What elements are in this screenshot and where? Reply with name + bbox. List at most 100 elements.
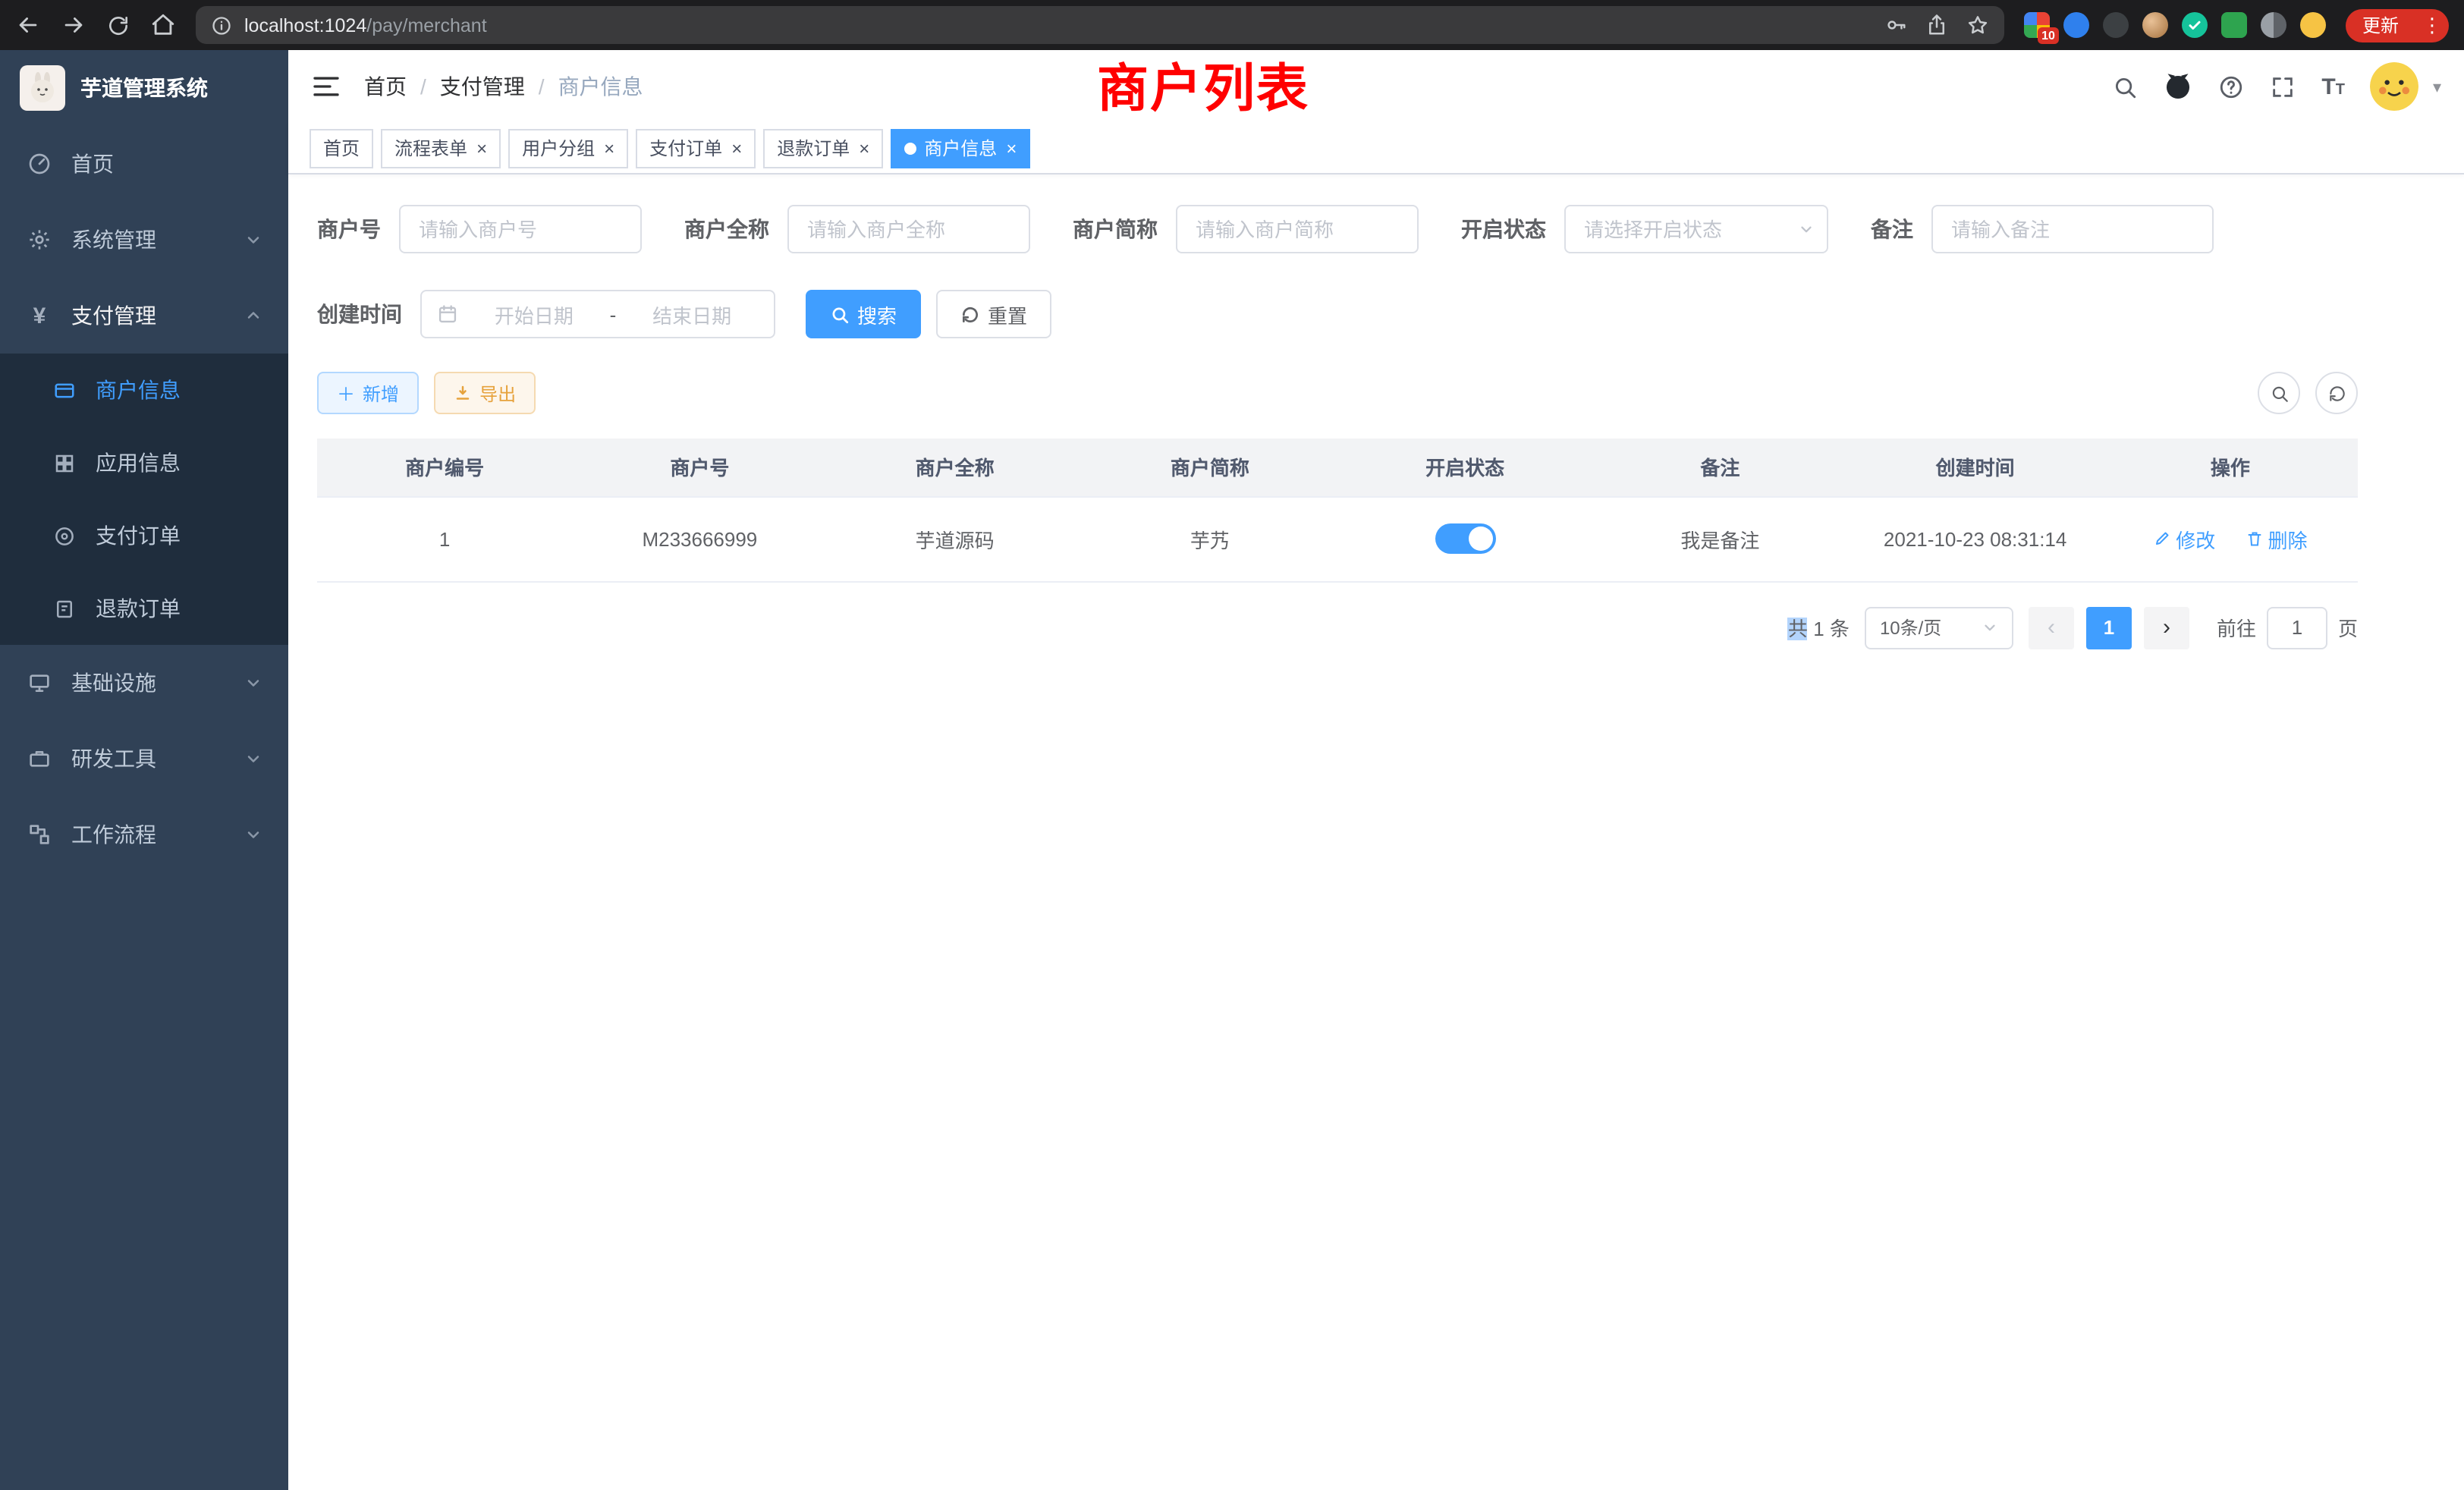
chevron-up-icon — [244, 306, 262, 325]
search-icon[interactable] — [2112, 74, 2138, 99]
tab-home[interactable]: 首页 — [310, 128, 373, 168]
tab-process-form[interactable]: 流程表单× — [381, 128, 501, 168]
tab-label: 商户信息 — [924, 135, 997, 161]
sidebar-item-label: 工作流程 — [71, 819, 156, 850]
pagination: 共 1 条 10条/页 ‹ 1 › 前往 页 — [317, 606, 2358, 649]
user-avatar[interactable] — [2371, 62, 2419, 111]
fullscreen-icon[interactable] — [2270, 74, 2296, 99]
sidebar-item-system[interactable]: 系统管理 — [0, 202, 288, 278]
browser-forward-icon[interactable] — [61, 12, 86, 38]
close-icon[interactable]: × — [731, 139, 742, 157]
remark-input[interactable] — [1931, 205, 2214, 253]
sidebar-item-label: 研发工具 — [71, 743, 156, 774]
close-icon[interactable]: × — [1006, 139, 1017, 157]
sidebar-item-app-info[interactable]: 应用信息 — [0, 426, 288, 499]
bookmark-star-icon[interactable] — [1966, 14, 1989, 36]
search-button[interactable]: 搜索 — [806, 290, 921, 338]
sidebar-item-label: 支付管理 — [71, 300, 156, 331]
extension-icon[interactable] — [2261, 12, 2286, 38]
page-number-1[interactable]: 1 — [2086, 606, 2132, 649]
close-icon[interactable]: × — [476, 139, 487, 157]
prev-page-button[interactable]: ‹ — [2029, 606, 2074, 649]
sidebar-item-infra[interactable]: 基础设施 — [0, 645, 288, 721]
caret-down-icon[interactable]: ▾ — [2433, 77, 2441, 96]
sidebar-item-pay-order[interactable]: 支付订单 — [0, 499, 288, 572]
password-key-icon[interactable] — [1884, 14, 1907, 36]
tab-label: 退款订单 — [777, 135, 850, 161]
breadcrumb-home[interactable]: 首页 — [364, 71, 407, 102]
goto-page-input[interactable] — [2267, 606, 2327, 649]
browser-home-icon[interactable] — [150, 12, 176, 38]
extension-icon[interactable]: 10 — [2024, 12, 2050, 38]
breadcrumb-payment[interactable]: 支付管理 — [440, 71, 525, 102]
export-button[interactable]: 导出 — [434, 372, 536, 414]
cell-full-name: 芋道源码 — [828, 496, 1083, 581]
extension-icon[interactable] — [2221, 12, 2247, 38]
col-actions: 操作 — [2103, 439, 2358, 496]
page-size-select[interactable]: 10条/页 — [1865, 606, 2013, 649]
extension-badge: 10 — [2038, 27, 2059, 44]
remark-label: 备注 — [1871, 214, 1913, 244]
short-name-label: 商户简称 — [1073, 214, 1158, 244]
sidebar-item-home[interactable]: 首页 — [0, 126, 288, 202]
breadcrumb: 首页 / 支付管理 / 商户信息 — [364, 71, 643, 102]
sidebar-item-merchant-info[interactable]: 商户信息 — [0, 354, 288, 426]
tab-user-group[interactable]: 用户分组× — [508, 128, 628, 168]
merchant-no-input[interactable] — [399, 205, 642, 253]
monitor-icon — [26, 671, 53, 695]
reset-button[interactable]: 重置 — [936, 290, 1051, 338]
col-remark: 备注 — [1592, 439, 1847, 496]
app-logo[interactable]: 芋道管理系统 — [0, 50, 288, 126]
sidebar-item-refund-order[interactable]: 退款订单 — [0, 572, 288, 645]
date-range-picker[interactable]: 开始日期 - 结束日期 — [420, 290, 775, 338]
browser-reload-icon[interactable] — [106, 13, 130, 37]
share-icon[interactable] — [1925, 14, 1948, 36]
page-suffix: 页 — [2338, 613, 2358, 642]
url-text: localhost:1024/pay/merchant — [244, 14, 487, 36]
merchant-table: 商户编号 商户号 商户全称 商户简称 开启状态 备注 创建时间 操作 1 — [317, 439, 2358, 582]
extension-icon[interactable] — [2142, 12, 2168, 38]
browser-menu-icon[interactable]: ⋮ — [2422, 13, 2443, 37]
date-end-placeholder: 结束日期 — [625, 300, 759, 328]
tab-pay-order[interactable]: 支付订单× — [636, 128, 756, 168]
font-size-icon[interactable]: TT — [2321, 75, 2345, 98]
hamburger-icon[interactable] — [311, 71, 341, 102]
chevron-down-icon — [244, 674, 262, 692]
full-name-label: 商户全称 — [684, 214, 769, 244]
help-icon[interactable] — [2218, 74, 2244, 99]
payment-submenu: 商户信息 应用信息 支付订单 — [0, 354, 288, 645]
next-page-button[interactable]: › — [2144, 606, 2189, 649]
sidebar-item-label: 系统管理 — [71, 225, 156, 255]
close-icon[interactable]: × — [604, 139, 614, 157]
close-icon[interactable]: × — [859, 139, 869, 157]
full-name-input[interactable] — [787, 205, 1030, 253]
sidebar-item-dev-tools[interactable]: 研发工具 — [0, 721, 288, 797]
order-icon — [50, 524, 77, 547]
toggle-search-button[interactable] — [2258, 372, 2300, 414]
extension-icon[interactable] — [2063, 12, 2089, 38]
add-button[interactable]: ＋ 新增 — [317, 372, 419, 414]
browser-back-icon[interactable] — [15, 12, 41, 38]
breadcrumb-separator: / — [420, 74, 426, 99]
sidebar-item-workflow[interactable]: 工作流程 — [0, 797, 288, 872]
refresh-button[interactable] — [2315, 372, 2358, 414]
annotation-overlay: 商户列表 — [1097, 59, 1309, 121]
site-info-icon[interactable] — [211, 14, 232, 36]
github-icon[interactable] — [2164, 72, 2192, 101]
sidebar-item-payment[interactable]: ¥ 支付管理 — [0, 278, 288, 354]
short-name-input[interactable] — [1176, 205, 1419, 253]
edit-link[interactable]: 修改 — [2153, 524, 2215, 553]
tab-refund-order[interactable]: 退款订单 × — [763, 128, 883, 168]
status-select[interactable] — [1564, 205, 1828, 253]
sidebar-item-label: 首页 — [71, 149, 114, 179]
merchant-no-label: 商户号 — [317, 214, 381, 244]
tab-merchant-info[interactable]: 商户信息 × — [891, 128, 1030, 168]
extension-icon[interactable] — [2182, 12, 2208, 38]
address-bar[interactable]: localhost:1024/pay/merchant — [196, 6, 2004, 44]
grid-icon — [50, 451, 77, 474]
extension-icon[interactable] — [2300, 12, 2326, 38]
extension-icon[interactable] — [2103, 12, 2129, 38]
delete-link[interactable]: 删除 — [2246, 524, 2308, 553]
browser-update-button[interactable]: 更新 — [2349, 11, 2412, 39]
status-toggle[interactable] — [1435, 523, 1495, 554]
